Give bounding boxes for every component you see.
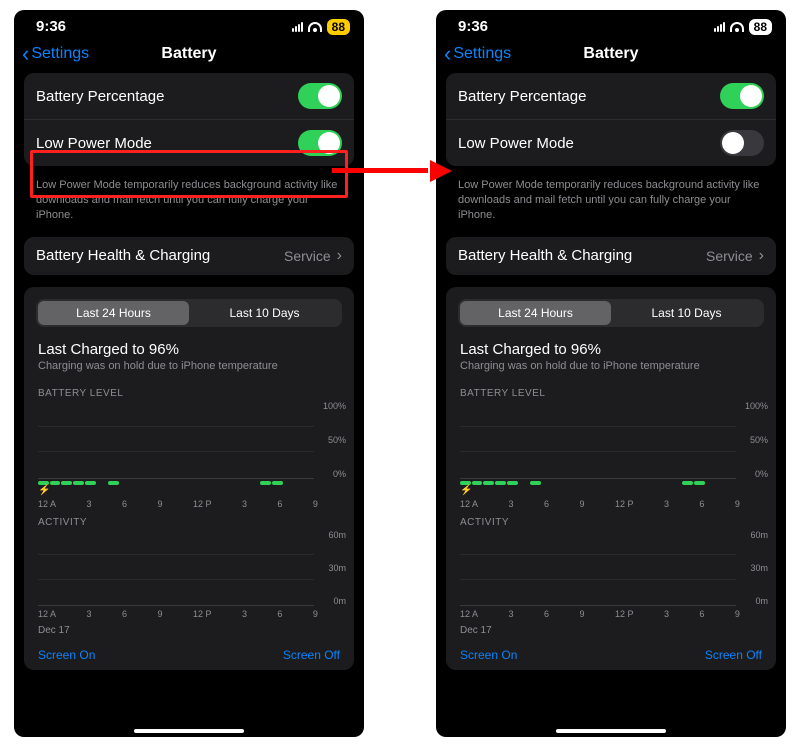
toggle-group: Battery Percentage Low Power Mode bbox=[446, 73, 776, 166]
low-power-mode-toggle[interactable] bbox=[298, 130, 342, 156]
health-group: Battery Health & Charging Service › bbox=[446, 237, 776, 275]
battery-level-yaxis: 100%50%0% bbox=[318, 401, 348, 479]
chevron-right-icon: › bbox=[337, 247, 342, 265]
phone-right: 9:36 88 ‹ Settings Battery Battery Perce… bbox=[436, 10, 786, 737]
chevron-right-icon: › bbox=[759, 247, 764, 265]
activity-yaxis: 60m30m0m bbox=[318, 530, 348, 606]
back-button[interactable]: ‹ Settings bbox=[444, 43, 511, 65]
battery-percentage-label: Battery Percentage bbox=[36, 88, 164, 105]
activity-chart bbox=[38, 530, 314, 606]
wifi-icon bbox=[308, 22, 322, 32]
battery-level-xaxis: 12 A36912 P369 bbox=[446, 496, 776, 511]
lpm-indicator-strip bbox=[446, 479, 776, 485]
battery-health-status: Service bbox=[706, 248, 753, 264]
legend-screen-off[interactable]: Screen Off bbox=[283, 648, 340, 662]
last-charged-title: Last Charged to 96% bbox=[446, 337, 776, 360]
status-time: 9:36 bbox=[458, 18, 488, 35]
seg-last-24h[interactable]: Last 24 Hours bbox=[460, 301, 611, 325]
activity-yaxis: 60m30m0m bbox=[740, 530, 770, 606]
activity-label: ACTIVITY bbox=[446, 511, 776, 530]
legend-screen-off[interactable]: Screen Off bbox=[705, 648, 762, 662]
battery-percentage-row: Battery Percentage bbox=[24, 73, 354, 119]
battery-health-row[interactable]: Battery Health & Charging Service › bbox=[446, 237, 776, 275]
toggle-group: Battery Percentage Low Power Mode bbox=[24, 73, 354, 166]
activity-label: ACTIVITY bbox=[24, 511, 354, 530]
time-range-segmented[interactable]: Last 24 Hours Last 10 Days bbox=[36, 299, 342, 327]
usage-card: Last 24 Hours Last 10 Days Last Charged … bbox=[24, 287, 354, 670]
back-label: Settings bbox=[453, 45, 511, 63]
battery-health-row[interactable]: Battery Health & Charging Service › bbox=[24, 237, 354, 275]
battery-level-yaxis: 100%50%0% bbox=[740, 401, 770, 479]
low-power-mode-label: Low Power Mode bbox=[458, 135, 574, 152]
battery-level-xaxis: 12 A36912 P369 bbox=[24, 496, 354, 511]
status-bar: 9:36 88 bbox=[14, 10, 364, 39]
page-title: Battery bbox=[583, 45, 638, 63]
chart-date: Dec 17 bbox=[446, 621, 776, 642]
cellular-icon bbox=[292, 22, 303, 32]
activity-xaxis: 12 A36912 P369 bbox=[24, 606, 354, 621]
battery-health-label: Battery Health & Charging bbox=[458, 247, 632, 264]
time-range-segmented[interactable]: Last 24 Hours Last 10 Days bbox=[458, 299, 764, 327]
seg-last-10d[interactable]: Last 10 Days bbox=[189, 301, 340, 325]
back-button[interactable]: ‹ Settings bbox=[22, 43, 89, 65]
battery-percentage-label: Battery Percentage bbox=[458, 88, 586, 105]
last-charged-sub: Charging was on hold due to iPhone tempe… bbox=[446, 360, 776, 382]
battery-level-chart bbox=[460, 401, 736, 479]
status-time: 9:36 bbox=[36, 18, 66, 35]
chevron-left-icon: ‹ bbox=[22, 43, 29, 65]
battery-pill: 88 bbox=[327, 19, 350, 35]
last-charged-title: Last Charged to 96% bbox=[24, 337, 354, 360]
nav-bar: ‹ Settings Battery bbox=[436, 39, 786, 73]
battery-health-status: Service bbox=[284, 248, 331, 264]
lpm-indicator-strip bbox=[24, 479, 354, 485]
home-indicator[interactable] bbox=[556, 729, 666, 733]
usage-card: Last 24 Hours Last 10 Days Last Charged … bbox=[446, 287, 776, 670]
seg-last-10d[interactable]: Last 10 Days bbox=[611, 301, 762, 325]
low-power-mode-description: Low Power Mode temporarily reduces backg… bbox=[14, 178, 364, 237]
seg-last-24h[interactable]: Last 24 Hours bbox=[38, 301, 189, 325]
battery-percentage-toggle[interactable] bbox=[720, 83, 764, 109]
battery-level-label: BATTERY LEVEL bbox=[446, 382, 776, 401]
chevron-left-icon: ‹ bbox=[444, 43, 451, 65]
charging-icon: ⚡ bbox=[24, 485, 354, 496]
activity-chart bbox=[460, 530, 736, 606]
health-group: Battery Health & Charging Service › bbox=[24, 237, 354, 275]
status-bar: 9:36 88 bbox=[436, 10, 786, 39]
battery-level-chart bbox=[38, 401, 314, 479]
nav-bar: ‹ Settings Battery bbox=[14, 39, 364, 73]
home-indicator[interactable] bbox=[134, 729, 244, 733]
battery-percentage-toggle[interactable] bbox=[298, 83, 342, 109]
low-power-mode-row: Low Power Mode bbox=[24, 119, 354, 166]
low-power-mode-toggle[interactable] bbox=[720, 130, 764, 156]
page-title: Battery bbox=[161, 45, 216, 63]
back-label: Settings bbox=[31, 45, 89, 63]
battery-level-label: BATTERY LEVEL bbox=[24, 382, 354, 401]
activity-legend: Screen On Screen Off bbox=[24, 642, 354, 662]
legend-screen-on[interactable]: Screen On bbox=[38, 648, 95, 662]
legend-screen-on[interactable]: Screen On bbox=[460, 648, 517, 662]
activity-legend: Screen On Screen Off bbox=[446, 642, 776, 662]
battery-pill: 88 bbox=[749, 19, 772, 35]
phone-left: 9:36 88 ‹ Settings Battery Battery Perce… bbox=[14, 10, 364, 737]
wifi-icon bbox=[730, 22, 744, 32]
battery-percentage-row: Battery Percentage bbox=[446, 73, 776, 119]
low-power-mode-description: Low Power Mode temporarily reduces backg… bbox=[436, 178, 786, 237]
low-power-mode-label: Low Power Mode bbox=[36, 135, 152, 152]
charging-icon: ⚡ bbox=[446, 485, 776, 496]
last-charged-sub: Charging was on hold due to iPhone tempe… bbox=[24, 360, 354, 382]
battery-health-label: Battery Health & Charging bbox=[36, 247, 210, 264]
activity-xaxis: 12 A36912 P369 bbox=[446, 606, 776, 621]
cellular-icon bbox=[714, 22, 725, 32]
low-power-mode-row: Low Power Mode bbox=[446, 119, 776, 166]
chart-date: Dec 17 bbox=[24, 621, 354, 642]
